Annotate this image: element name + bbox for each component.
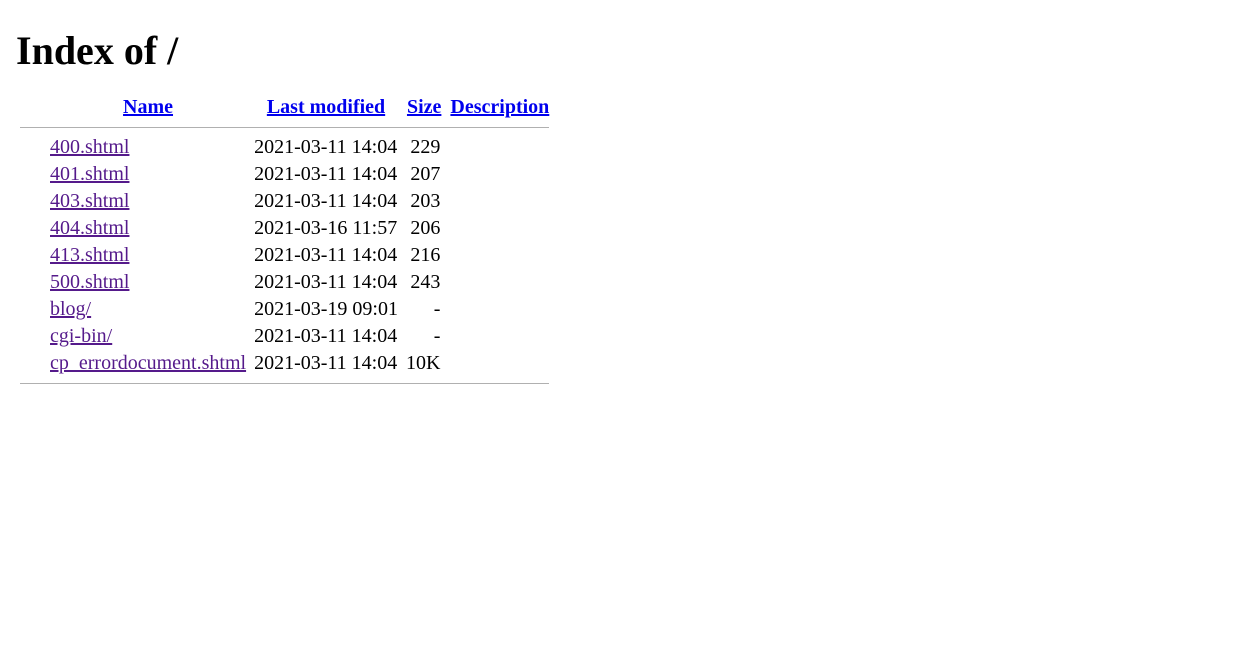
file-modified-cell: 2021-03-11 14:04 [250, 188, 402, 215]
page-title: Index of / [16, 27, 1234, 74]
divider [20, 383, 549, 384]
file-modified-cell: 2021-03-11 14:04 [250, 242, 402, 269]
header-row: Name Last modified Size Description [16, 94, 553, 121]
file-link[interactable]: 401.shtml [50, 163, 129, 185]
file-size-cell: 216 [402, 242, 446, 269]
file-modified-cell: 2021-03-11 14:04 [250, 134, 402, 161]
separator-row [16, 377, 553, 390]
directory-listing-table: Name Last modified Size Description 400.… [16, 94, 553, 390]
file-size-cell: 206 [402, 215, 446, 242]
file-link[interactable]: 500.shtml [50, 271, 129, 293]
file-icon [16, 242, 46, 269]
file-size-cell: - [402, 323, 446, 350]
file-link[interactable]: cgi-bin/ [50, 325, 112, 347]
file-icon [16, 161, 46, 188]
table-row: 500.shtml 2021-03-11 14:04 243 [16, 269, 553, 296]
file-name-cell: blog/ [46, 296, 250, 323]
file-description-cell [446, 188, 553, 215]
table-row: 400.shtml 2021-03-11 14:04 229 [16, 134, 553, 161]
file-description-cell [446, 242, 553, 269]
file-link[interactable]: 413.shtml [50, 244, 129, 266]
folder-icon [16, 323, 46, 350]
file-description-cell [446, 215, 553, 242]
file-link[interactable]: 400.shtml [50, 136, 129, 158]
file-description-cell [446, 323, 553, 350]
file-size-cell: - [402, 296, 446, 323]
table-row: cp_errordocument.shtml 2021-03-11 14:04 … [16, 350, 553, 377]
file-name-cell: 413.shtml [46, 242, 250, 269]
table-row: 401.shtml 2021-03-11 14:04 207 [16, 161, 553, 188]
file-link[interactable]: blog/ [50, 298, 91, 320]
file-size-cell: 229 [402, 134, 446, 161]
header-size: Size [402, 94, 446, 121]
file-modified-cell: 2021-03-16 11:57 [250, 215, 402, 242]
file-size-cell: 207 [402, 161, 446, 188]
file-size-cell: 10K [402, 350, 446, 377]
file-link[interactable]: 403.shtml [50, 190, 129, 212]
header-modified: Last modified [250, 94, 402, 121]
header-name: Name [46, 94, 250, 121]
sort-size-link[interactable]: Size [407, 96, 441, 118]
table-row: 404.shtml 2021-03-16 11:57 206 [16, 215, 553, 242]
header-icon [16, 94, 46, 121]
file-modified-cell: 2021-03-11 14:04 [250, 269, 402, 296]
table-row: 403.shtml 2021-03-11 14:04 203 [16, 188, 553, 215]
file-icon [16, 188, 46, 215]
separator-row [16, 121, 553, 134]
sort-description-link[interactable]: Description [450, 96, 549, 118]
file-description-cell [446, 161, 553, 188]
divider [20, 127, 549, 128]
file-link[interactable]: cp_errordocument.shtml [50, 352, 246, 374]
file-icon [16, 215, 46, 242]
file-icon [16, 269, 46, 296]
table-row: cgi-bin/ 2021-03-11 14:04 - [16, 323, 553, 350]
file-link[interactable]: 404.shtml [50, 217, 129, 239]
file-name-cell: 404.shtml [46, 215, 250, 242]
file-modified-cell: 2021-03-19 09:01 [250, 296, 402, 323]
file-name-cell: 401.shtml [46, 161, 250, 188]
file-size-cell: 243 [402, 269, 446, 296]
file-name-cell: cp_errordocument.shtml [46, 350, 250, 377]
file-description-cell [446, 269, 553, 296]
file-description-cell [446, 134, 553, 161]
file-modified-cell: 2021-03-11 14:04 [250, 323, 402, 350]
file-size-cell: 203 [402, 188, 446, 215]
file-icon [16, 134, 46, 161]
sort-name-link[interactable]: Name [123, 96, 173, 118]
header-description: Description [446, 94, 553, 121]
file-icon [16, 350, 46, 377]
table-row: 413.shtml 2021-03-11 14:04 216 [16, 242, 553, 269]
file-name-cell: 500.shtml [46, 269, 250, 296]
file-modified-cell: 2021-03-11 14:04 [250, 161, 402, 188]
file-name-cell: 403.shtml [46, 188, 250, 215]
file-description-cell [446, 350, 553, 377]
file-name-cell: cgi-bin/ [46, 323, 250, 350]
sort-modified-link[interactable]: Last modified [267, 96, 385, 118]
file-name-cell: 400.shtml [46, 134, 250, 161]
folder-icon [16, 296, 46, 323]
file-description-cell [446, 296, 553, 323]
file-modified-cell: 2021-03-11 14:04 [250, 350, 402, 377]
table-row: blog/ 2021-03-19 09:01 - [16, 296, 553, 323]
